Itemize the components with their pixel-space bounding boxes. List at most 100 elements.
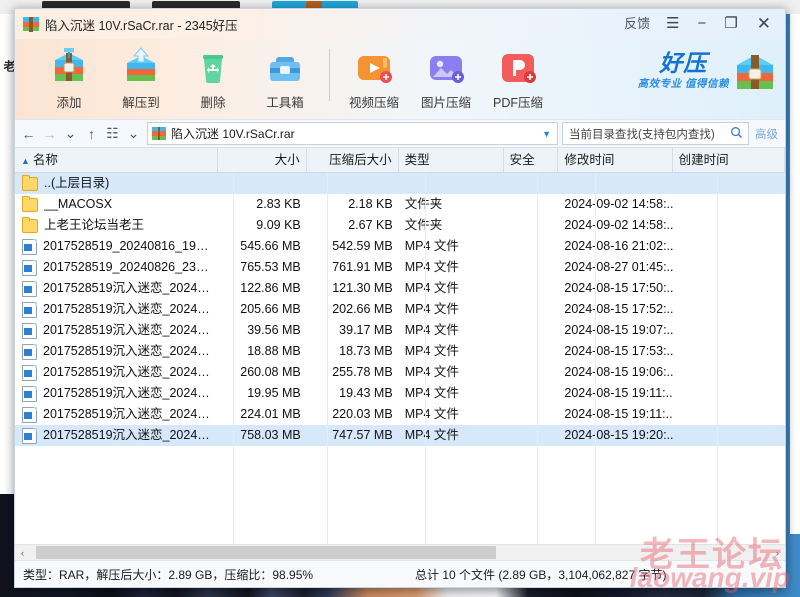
cell-created-time — [673, 173, 785, 194]
mp4-icon — [22, 364, 37, 381]
cell-modified-time: 2024-08-15 19:07:... — [564, 323, 673, 337]
cell-type: MP4 文件 — [404, 239, 459, 253]
table-row[interactable]: 2017528519沉入迷恋_202408... 39.56 MB 39.17 MB… — [15, 320, 785, 341]
cell-security — [504, 215, 559, 236]
cell-compressed-size: 19.43 MB — [339, 386, 393, 400]
toolbar-button-video-compress[interactable]: 视频压缩 — [338, 43, 410, 111]
toolbar-button-toolbox[interactable]: 工具箱 — [249, 43, 321, 111]
file-name-text: ..(上层目录) — [44, 176, 110, 190]
chevron-down-icon[interactable]: ▼ — [538, 129, 555, 139]
cell-modified-time: 2024-08-15 19:20:... — [564, 428, 673, 442]
scrollbar-thumb[interactable] — [36, 546, 496, 559]
mp4-icon — [22, 343, 37, 360]
table-row[interactable]: 2017528519沉入迷恋_202408... 260.08 MB 255.78 … — [15, 362, 785, 383]
cell-type — [399, 173, 504, 194]
pdf-compress-icon — [496, 46, 540, 90]
column-header-compressed-size[interactable]: 压缩后大小 — [307, 148, 399, 172]
mp4-icon — [22, 238, 37, 255]
table-row[interactable]: __MACOSX 2.83 KB 2.18 KB 文件夹 2024-09-02 14:5… — [15, 194, 785, 215]
cell-created-time — [673, 425, 785, 446]
main-toolbar: 添加 解压到 删除 工具箱 视频压缩 图片压缩 PDF压缩 好压 高效专业 值得… — [15, 39, 785, 119]
path-input[interactable]: 陷入沉迷 10V.rSaCr.rar ▼ — [147, 122, 558, 145]
folder-icon — [22, 216, 38, 233]
file-name-text: 2017528519沉入迷恋_202408... — [43, 344, 213, 358]
column-header-name[interactable]: ▲ 名称 — [15, 148, 219, 172]
cell-created-time — [673, 341, 785, 362]
scrollbar-track[interactable] — [30, 545, 770, 560]
cell-size: 9.09 KB — [256, 218, 301, 232]
background-right-panel — [790, 14, 800, 534]
search-icon[interactable] — [728, 126, 745, 142]
cell-created-time — [673, 362, 785, 383]
scroll-left-arrow-icon[interactable]: ‹ — [15, 545, 30, 560]
add-archive-icon — [47, 46, 91, 90]
cell-modified-time: 2024-08-27 01:45:... — [564, 260, 673, 274]
toolbar-button-image-compress[interactable]: 图片压缩 — [410, 43, 482, 111]
toolbar-button-pdf-compress[interactable]: PDF压缩 — [482, 43, 554, 111]
table-row[interactable]: 2017528519_20240826_2326... 765.53 MB 761.… — [15, 257, 785, 278]
horizontal-scrollbar[interactable]: ‹ › — [15, 544, 785, 560]
history-dropdown-icon[interactable]: ⌄ — [60, 123, 81, 144]
cell-modified-time: 2024-09-02 14:58:... — [564, 218, 673, 232]
cell-name: 2017528519沉入迷恋_202408... — [15, 362, 219, 383]
search-placeholder: 当前目录查找(支持包内查找) — [569, 128, 715, 141]
table-row[interactable]: 2017528519沉入迷恋_202408... 758.03 MB 747.57 … — [15, 425, 785, 446]
cell-type: 文件夹 — [404, 218, 443, 232]
search-input[interactable]: 当前目录查找(支持包内查找) — [562, 122, 749, 145]
cell-created-time — [673, 194, 785, 215]
column-header-modified-time[interactable]: 修改时间 — [558, 148, 673, 172]
advanced-search-link[interactable]: 高级 — [749, 126, 782, 142]
cell-compressed-size: 542.59 MB — [332, 239, 393, 253]
column-header-size[interactable]: 大小 — [218, 148, 307, 172]
cell-created-time — [673, 404, 785, 425]
back-icon[interactable]: ← — [18, 123, 39, 144]
up-directory-icon[interactable]: ↑ — [81, 123, 102, 144]
toolbar-button-delete[interactable]: 删除 — [177, 43, 249, 111]
cell-modified-time: 2024-08-15 19:11:... — [564, 386, 673, 400]
feedback-button[interactable]: 反馈 — [617, 11, 657, 37]
cell-security — [504, 404, 559, 425]
desktop-background: 老 陷入沉迷 10V.rSaCr.rar - 2345好压 反馈 ☰ − ❐ ✕ — [0, 0, 800, 597]
cell-created-time — [673, 215, 785, 236]
image-compress-icon — [424, 46, 468, 90]
table-row[interactable]: 2017528519沉入迷恋_202408... 122.86 MB 121.30 … — [15, 278, 785, 299]
toolbar-label: 视频压缩 — [348, 96, 399, 110]
cell-name: 2017528519沉入迷恋_202408... — [15, 425, 219, 446]
minimize-button[interactable]: − — [689, 11, 716, 37]
hamburger-menu-icon[interactable]: ☰ — [657, 11, 688, 37]
table-row[interactable]: 上老王论坛当老王 9.09 KB 2.67 KB 文件夹 2024-09-02 14:5… — [15, 215, 785, 236]
table-row[interactable]: 2017528519_20240816_1919... 545.66 MB 542.… — [15, 236, 785, 257]
video-compress-icon — [352, 46, 396, 90]
cell-name: ..(上层目录) — [15, 173, 219, 194]
view-layout-icon[interactable]: ☷ — [102, 123, 123, 144]
toolbar-button-extract-to[interactable]: 解压到 — [105, 43, 177, 111]
column-header-type[interactable]: 类型 — [399, 148, 504, 172]
cell-size: 39.56 MB — [247, 323, 301, 337]
cell-name: 2017528519沉入迷恋_202408... — [15, 404, 219, 425]
folder-icon — [22, 195, 38, 212]
table-row[interactable]: 2017528519沉入迷恋_202408... 19.95 MB 19.43 MB… — [15, 383, 785, 404]
cell-security — [504, 257, 559, 278]
trash-icon — [191, 46, 235, 90]
table-row[interactable]: 2017528519沉入迷恋_202408... 18.88 MB 18.73 MB… — [15, 341, 785, 362]
column-header-security[interactable]: 安全 — [504, 148, 559, 172]
table-row[interactable]: 2017528519沉入迷恋_202408... 205.66 MB 202.66 … — [15, 299, 785, 320]
close-button[interactable]: ✕ — [747, 11, 781, 37]
toolbar-button-add[interactable]: 添加 — [33, 43, 105, 111]
column-header-created-time[interactable]: 创建时间 — [673, 148, 785, 172]
toolbar-label: 添加 — [56, 96, 82, 110]
cell-type: MP4 文件 — [404, 428, 459, 442]
view-layout-dropdown-icon[interactable]: ⌄ — [123, 123, 144, 144]
cell-modified-time: 2024-08-15 17:53:... — [564, 344, 673, 358]
scroll-right-arrow-icon[interactable]: › — [770, 545, 785, 560]
table-row[interactable]: 2017528519沉入迷恋_202408... 224.01 MB 220.03 … — [15, 404, 785, 425]
forward-icon[interactable]: → — [39, 123, 60, 144]
brand-name: 好压 — [659, 49, 708, 76]
title-bar[interactable]: 陷入沉迷 10V.rSaCr.rar - 2345好压 反馈 ☰ − ❐ ✕ — [15, 9, 785, 39]
cell-size: 2.83 KB — [256, 197, 301, 211]
file-list[interactable]: ..(上层目录) __MACOSX 2.83 KB 2.18 KB 文件夹 2024-09… — [15, 173, 785, 544]
maximize-button[interactable]: ❐ — [715, 11, 746, 37]
cell-name: 2017528519_20240816_1919... — [15, 236, 219, 257]
cell-type: MP4 文件 — [404, 386, 459, 400]
table-row[interactable]: ..(上层目录) — [15, 173, 785, 194]
